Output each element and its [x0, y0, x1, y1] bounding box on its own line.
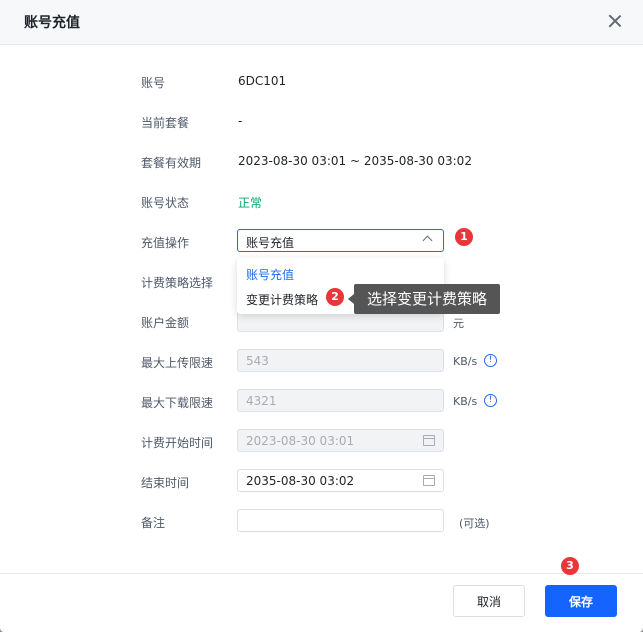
end-time-label: 结束时间 — [141, 476, 190, 490]
max-upload-input[interactable]: 543 — [237, 349, 444, 372]
recharge-op-label: 充值操作 — [141, 236, 190, 250]
remark-input[interactable] — [237, 509, 444, 532]
remark-hint: (可选) — [459, 517, 490, 530]
close-icon[interactable] — [606, 12, 624, 30]
footer-divider — [0, 573, 643, 574]
plan-validity-value: 2023-08-30 03:01 ~ 2035-08-30 03:02 — [238, 154, 472, 168]
account-label: 账号 — [141, 76, 166, 90]
account-status-value: 正常 — [238, 196, 263, 210]
recharge-op-selected: 账号充值 — [246, 236, 295, 250]
step-badge-1: 1 — [455, 228, 473, 246]
max-upload-label: 最大上传限速 — [141, 356, 214, 370]
end-time-value: 2035-08-30 03:02 — [246, 474, 355, 488]
current-plan-value: - — [238, 114, 243, 128]
recharge-dialog: 账号充值 账号 6DC101 当前套餐 - 套餐有效期 2023-08-30 0… — [0, 0, 643, 632]
cancel-button[interactable]: 取消 — [453, 585, 525, 617]
max-upload-unit: KB/s — [453, 355, 478, 368]
max-upload-value: 543 — [246, 354, 269, 368]
calendar-icon[interactable] — [423, 475, 435, 486]
billing-start-label: 计费开始时间 — [141, 436, 214, 450]
current-plan-label: 当前套餐 — [141, 116, 190, 130]
step-badge-3: 3 — [561, 557, 579, 575]
max-download-input[interactable]: 4321 — [237, 389, 444, 412]
info-icon[interactable]: ! — [484, 354, 497, 367]
remark-label: 备注 — [141, 516, 166, 530]
dialog-header: 账号充值 — [0, 0, 643, 45]
balance-label: 账户金额 — [141, 316, 190, 330]
recharge-op-select[interactable]: 账号充值 — [237, 229, 444, 252]
end-time-input[interactable]: 2035-08-30 03:02 — [237, 469, 444, 492]
calendar-icon[interactable] — [423, 435, 435, 446]
info-icon[interactable]: ! — [484, 394, 497, 407]
billing-start-value: 2023-08-30 03:01 — [246, 434, 355, 448]
balance-unit: 元 — [453, 317, 464, 330]
dropdown-option-recharge[interactable]: 账号充值 — [246, 266, 294, 283]
max-download-unit: KB/s — [453, 395, 478, 408]
max-download-value: 4321 — [246, 394, 277, 408]
annotation-tooltip: 选择变更计费策略 — [348, 284, 500, 314]
max-download-label: 最大下载限速 — [141, 396, 214, 410]
account-value: 6DC101 — [238, 74, 287, 88]
dropdown-option-change-policy[interactable]: 变更计费策略 — [246, 291, 318, 308]
save-button[interactable]: 保存 — [545, 585, 617, 617]
account-status-label: 账号状态 — [141, 196, 190, 210]
dialog-title: 账号充值 — [24, 15, 80, 31]
billing-start-input[interactable]: 2023-08-30 03:01 — [237, 429, 444, 452]
step-badge-2: 2 — [326, 288, 344, 306]
plan-validity-label: 套餐有效期 — [141, 156, 202, 170]
billing-policy-label: 计费策略选择 — [141, 276, 214, 290]
